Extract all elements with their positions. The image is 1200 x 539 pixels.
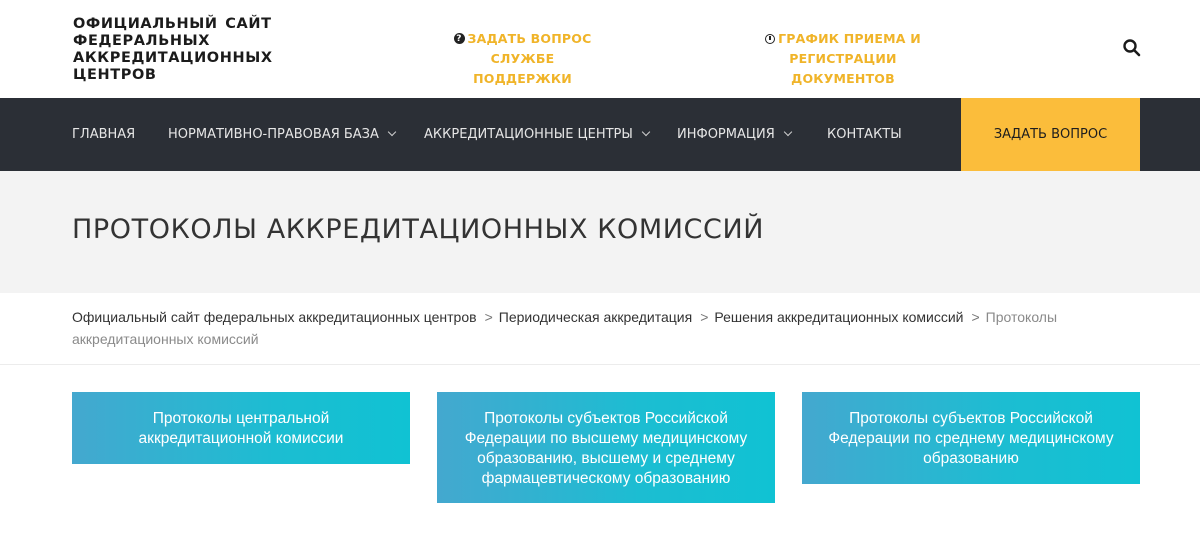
schedule-link-line1: ГРАФИК ПРИЕМА И РЕГИСТРАЦИИ — [778, 31, 921, 66]
clock-icon — [765, 34, 776, 44]
nav-item-label: НОРМАТИВНО-ПРАВОВАЯ БАЗА — [168, 127, 379, 142]
search-button[interactable] — [1122, 38, 1142, 58]
nav-item-label: АККРЕДИТАЦИОННЫЕ ЦЕНТРЫ — [424, 127, 633, 142]
card-label: Протоколы субъектов Российской Федерации… — [828, 410, 1114, 467]
ask-question-button[interactable]: ЗАДАТЬ ВОПРОС — [961, 98, 1140, 171]
nav-item-contacts[interactable]: КОНТАКТЫ — [827, 98, 902, 171]
site-logo[interactable]: ОФИЦИАЛЬНЫЙ САЙТ ФЕДЕРАЛЬНЫХ АККРЕДИТАЦИ… — [73, 16, 283, 84]
page-title-band: ПРОТОКОЛЫ АККРЕДИТАЦИОННЫХ КОМИССИЙ — [0, 171, 1200, 293]
nav-item-label: ГЛАВНАЯ — [72, 127, 136, 142]
breadcrumb-link-periodic-accreditation[interactable]: Периодическая аккредитация — [499, 309, 692, 325]
support-link-line2: СЛУЖБЕ ПОДДЕРЖКИ — [473, 51, 572, 86]
breadcrumb-separator: > — [700, 309, 709, 325]
nav-item-accreditation-centers[interactable]: АККРЕДИТАЦИОННЫЕ ЦЕНТРЫ — [424, 98, 651, 171]
breadcrumb-link-home[interactable]: Официальный сайт федеральных аккредитаци… — [72, 309, 477, 325]
nav-item-information[interactable]: ИНФОРМАЦИЯ — [677, 98, 792, 171]
support-link-line1: ЗАДАТЬ ВОПРОС — [467, 31, 592, 46]
card-label: Протоколы субъектов Российской Федерации… — [464, 410, 748, 487]
nav-item-label: ИНФОРМАЦИЯ — [677, 127, 775, 142]
breadcrumb-separator: > — [971, 309, 980, 325]
search-icon — [1123, 39, 1141, 57]
schedule-link-line2: ДОКУМЕНТОВ — [791, 71, 895, 86]
chevron-down-icon — [783, 127, 792, 137]
nav-item-home[interactable]: ГЛАВНАЯ — [72, 98, 135, 171]
page-title: ПРОТОКОЛЫ АККРЕДИТАЦИОННЫХ КОМИССИЙ — [72, 214, 765, 245]
chevron-down-icon — [387, 127, 397, 137]
schedule-link[interactable]: ГРАФИК ПРИЕМА И РЕГИСТРАЦИИ ДОКУМЕНТОВ — [712, 29, 974, 89]
nav-item-legal-base[interactable]: НОРМАТИВНО-ПРАВОВАЯ БАЗА — [168, 98, 397, 171]
support-question-link[interactable]: ЗАДАТЬ ВОПРОС СЛУЖБЕ ПОДДЕРЖКИ — [440, 29, 605, 89]
card-regional-secondary-education-protocols[interactable]: Протоколы субъектов Российской Федерации… — [802, 392, 1140, 484]
question-circle-icon — [453, 29, 465, 49]
breadcrumb-link-commission-decisions[interactable]: Решения аккредитационных комиссий — [714, 309, 963, 325]
chevron-down-icon — [641, 127, 651, 137]
card-central-commission-protocols[interactable]: Протоколы центральной аккредитационной к… — [72, 392, 410, 464]
breadcrumb-separator: > — [484, 309, 493, 325]
divider — [0, 364, 1200, 365]
breadcrumb: Официальный сайт федеральных аккредитаци… — [72, 306, 1072, 350]
nav-item-label: КОНТАКТЫ — [827, 127, 902, 142]
card-label: Протоколы центральной аккредитационной к… — [138, 410, 344, 447]
card-regional-higher-education-protocols[interactable]: Протоколы субъектов Российской Федерации… — [437, 392, 775, 503]
main-nav: ГЛАВНАЯ НОРМАТИВНО-ПРАВОВАЯ БАЗА АККРЕДИ… — [0, 98, 1200, 171]
site-header: ОФИЦИАЛЬНЫЙ САЙТ ФЕДЕРАЛЬНЫХ АККРЕДИТАЦИ… — [0, 0, 1200, 98]
